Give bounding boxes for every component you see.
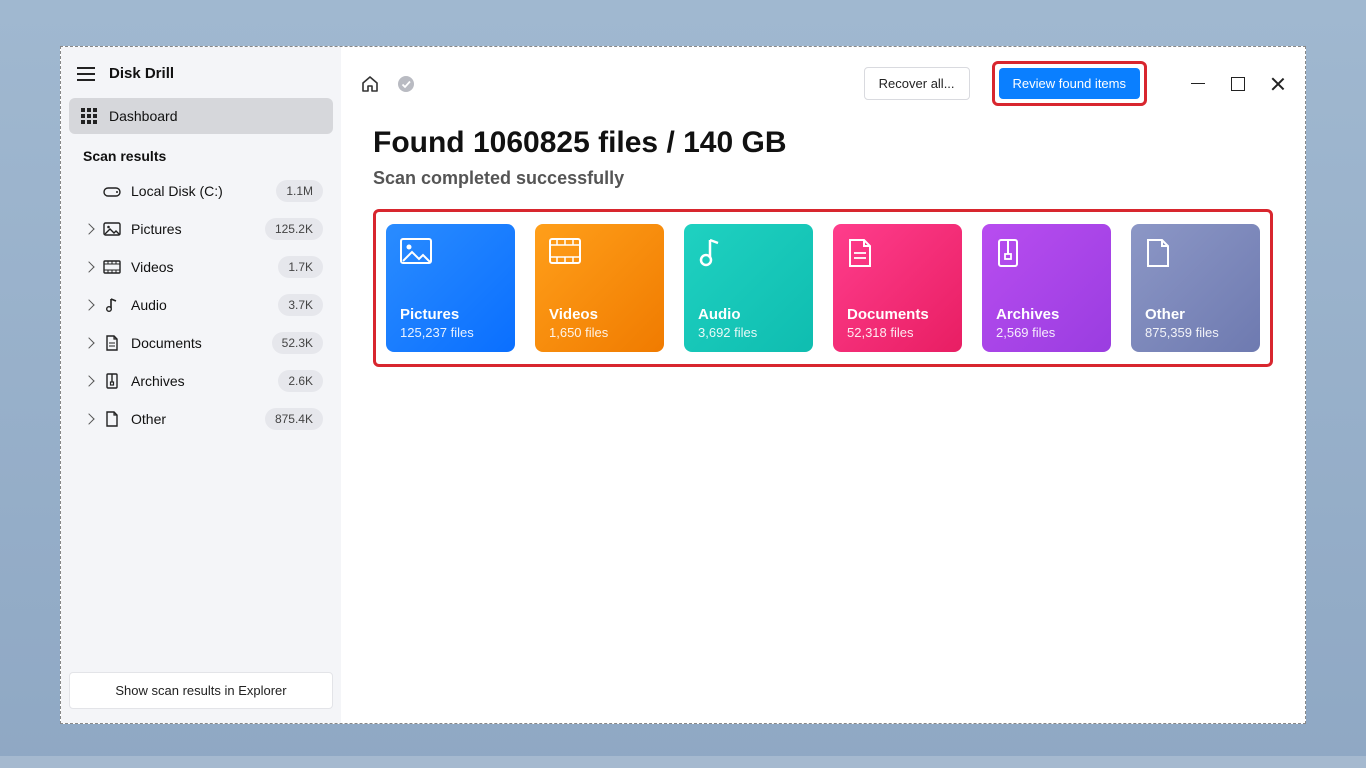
tree-label: Pictures [131, 221, 255, 237]
other-icon [1145, 238, 1246, 266]
tree-item-documents[interactable]: Documents 52.3K [69, 324, 333, 362]
tree-count: 2.6K [278, 370, 323, 392]
tree-item-local-disk[interactable]: Local Disk (C:) 1.1M [69, 172, 333, 210]
card-audio[interactable]: Audio 3,692 files [684, 224, 813, 352]
minimize-button[interactable] [1191, 77, 1205, 91]
maximize-button[interactable] [1231, 77, 1245, 91]
card-pictures[interactable]: Pictures 125,237 files [386, 224, 515, 352]
topbar: Recover all... Review found items [341, 47, 1305, 116]
pictures-icon [400, 238, 501, 266]
review-highlight: Review found items [992, 61, 1147, 106]
sidebar-header: Disk Drill [69, 59, 333, 98]
main: Recover all... Review found items Found … [341, 47, 1305, 723]
card-videos[interactable]: Videos 1,650 files [535, 224, 664, 352]
chevron-right-icon [83, 375, 94, 386]
tree-count: 52.3K [272, 332, 323, 354]
card-sub: 875,359 files [1145, 325, 1246, 340]
tree-item-pictures[interactable]: Pictures 125.2K [69, 210, 333, 248]
close-button[interactable] [1271, 77, 1285, 91]
tree-label: Audio [131, 297, 268, 313]
tree-label: Documents [131, 335, 262, 351]
nav-dashboard-label: Dashboard [109, 108, 178, 124]
cards-highlight: Pictures 125,237 files Videos 1,650 file… [373, 209, 1273, 367]
pictures-icon [103, 222, 121, 236]
sidebar: Disk Drill Dashboard Scan results Local … [61, 47, 341, 723]
card-sub: 3,692 files [698, 325, 799, 340]
tree-item-audio[interactable]: Audio 3.7K [69, 286, 333, 324]
app-title: Disk Drill [109, 65, 174, 82]
recover-all-button[interactable]: Recover all... [864, 67, 970, 100]
show-in-explorer-button[interactable]: Show scan results in Explorer [69, 672, 333, 709]
videos-icon [549, 238, 650, 266]
tree-count: 1.1M [276, 180, 323, 202]
sidebar-section-label: Scan results [69, 134, 333, 172]
tree-label: Videos [131, 259, 268, 275]
chevron-right-icon [83, 337, 94, 348]
card-title: Pictures [400, 306, 501, 323]
window-controls [1191, 77, 1285, 91]
audio-icon [103, 297, 121, 313]
taskbar [0, 756, 1366, 768]
tree-count: 875.4K [265, 408, 323, 430]
menu-icon[interactable] [77, 67, 95, 81]
card-documents[interactable]: Documents 52,318 files [833, 224, 962, 352]
card-title: Archives [996, 306, 1097, 323]
card-sub: 1,650 files [549, 325, 650, 340]
tree-item-videos[interactable]: Videos 1.7K [69, 248, 333, 286]
chevron-right-icon [83, 261, 94, 272]
tree-count: 1.7K [278, 256, 323, 278]
dashboard-icon [81, 108, 97, 124]
card-title: Audio [698, 306, 799, 323]
review-found-items-button[interactable]: Review found items [999, 68, 1140, 99]
results-headline: Found 1060825 files / 140 GB [373, 126, 1273, 160]
videos-icon [103, 260, 121, 274]
card-other[interactable]: Other 875,359 files [1131, 224, 1260, 352]
nav-dashboard[interactable]: Dashboard [69, 98, 333, 134]
app-window: Disk Drill Dashboard Scan results Local … [60, 46, 1306, 724]
documents-icon [847, 238, 948, 266]
tree-label: Local Disk (C:) [131, 183, 266, 199]
card-title: Documents [847, 306, 948, 323]
archives-icon [996, 238, 1097, 266]
tree-count: 125.2K [265, 218, 323, 240]
card-archives[interactable]: Archives 2,569 files [982, 224, 1111, 352]
audio-icon [698, 238, 799, 266]
disk-icon [103, 184, 121, 198]
other-icon [103, 411, 121, 427]
category-cards: Pictures 125,237 files Videos 1,650 file… [386, 224, 1260, 352]
chevron-right-icon [83, 299, 94, 310]
chevron-right-icon [83, 223, 94, 234]
tree-label: Archives [131, 373, 268, 389]
card-sub: 2,569 files [996, 325, 1097, 340]
results-subline: Scan completed successfully [373, 168, 1273, 189]
card-title: Videos [549, 306, 650, 323]
status-check-icon[interactable] [395, 73, 417, 95]
tree-item-other[interactable]: Other 875.4K [69, 400, 333, 438]
tree-label: Other [131, 411, 255, 427]
content: Found 1060825 files / 140 GB Scan comple… [341, 116, 1305, 387]
card-sub: 52,318 files [847, 325, 948, 340]
tree-item-archives[interactable]: Archives 2.6K [69, 362, 333, 400]
chevron-right-icon [83, 413, 94, 424]
card-sub: 125,237 files [400, 325, 501, 340]
documents-icon [103, 335, 121, 351]
archives-icon [103, 373, 121, 389]
card-title: Other [1145, 306, 1246, 323]
home-icon[interactable] [359, 73, 381, 95]
tree-count: 3.7K [278, 294, 323, 316]
